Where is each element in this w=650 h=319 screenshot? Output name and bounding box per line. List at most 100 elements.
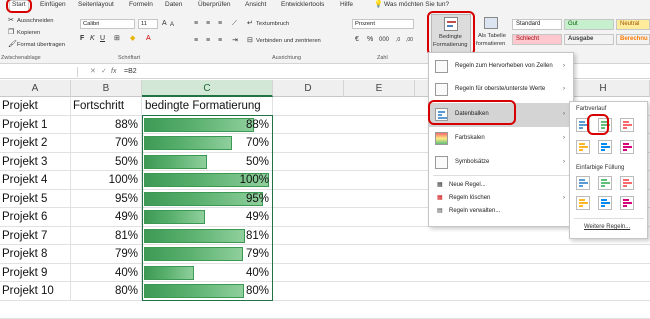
increase-decimal-icon[interactable]: ,0 <box>396 36 400 44</box>
data-bar-cell[interactable]: 49% <box>142 208 273 227</box>
align-bottom-icon[interactable]: ≡ <box>218 20 222 28</box>
orientation-icon[interactable]: ⟋ <box>232 20 237 28</box>
currency-icon[interactable]: € <box>355 36 359 44</box>
col-header-c[interactable]: C <box>142 80 273 97</box>
gradient-data-bar-option[interactable] <box>620 140 634 154</box>
bold-icon[interactable]: F <box>80 35 84 43</box>
data-bar-cell[interactable]: 70% <box>142 134 273 153</box>
cancel-icon[interactable]: ✕ <box>90 68 96 76</box>
progress-cell[interactable]: 100% <box>71 171 142 190</box>
underline-icon[interactable]: U <box>100 35 105 43</box>
gradient-data-bar-option[interactable] <box>620 118 634 132</box>
thousands-icon[interactable]: 000 <box>379 36 389 44</box>
data-bar-cell[interactable]: 79% <box>142 245 273 264</box>
name-box[interactable] <box>0 67 78 77</box>
wrap-text-button[interactable]: Textumbruch <box>256 21 289 27</box>
format-as-table-label-1[interactable]: Als Tabelle <box>478 33 506 39</box>
insert-function-icon[interactable]: fx <box>111 68 116 76</box>
project-name-cell[interactable]: Projekt 4 <box>0 171 71 190</box>
number-format-select[interactable]: Prozent <box>352 19 414 29</box>
progress-cell[interactable]: 40% <box>71 264 142 283</box>
cut-button[interactable]: Ausschneiden <box>17 18 53 24</box>
font-size-select[interactable]: 11 <box>138 19 158 29</box>
progress-cell[interactable]: 81% <box>71 227 142 246</box>
tab-daten[interactable]: Daten <box>165 1 182 8</box>
project-name-cell[interactable]: Projekt 6 <box>0 208 71 227</box>
font-name-select[interactable]: Calibri <box>80 19 135 29</box>
progress-cell[interactable]: 95% <box>71 190 142 209</box>
progress-cell[interactable]: 70% <box>71 134 142 153</box>
project-name-cell[interactable]: Projekt 7 <box>0 227 71 246</box>
style-schlecht[interactable]: Schlecht <box>512 34 562 45</box>
menu-item-top-bottom-rules[interactable]: Regeln für oberste/unterste Werte › <box>429 79 573 101</box>
font-color-icon[interactable]: A <box>146 35 151 43</box>
tab-formeln[interactable]: Formeln <box>129 1 153 8</box>
tab-hilfe[interactable]: Hilfe <box>340 1 353 8</box>
style-standard[interactable]: Standard <box>512 19 562 30</box>
project-name-cell[interactable]: Projekt 5 <box>0 190 71 209</box>
project-name-cell[interactable]: Projekt 9 <box>0 264 71 283</box>
align-middle-icon[interactable]: ≡ <box>206 20 210 28</box>
solid-data-bar-option[interactable] <box>598 196 612 210</box>
percent-icon[interactable]: % <box>367 36 373 44</box>
solid-data-bar-option[interactable] <box>576 176 590 190</box>
project-name-cell[interactable]: Projekt 1 <box>0 116 71 135</box>
align-top-icon[interactable]: ≡ <box>194 20 198 28</box>
cell-c1[interactable]: bedingte Formatierung <box>142 97 273 116</box>
format-as-table-label-2[interactable]: formatieren <box>476 41 505 47</box>
data-bar-cell[interactable]: 100% <box>142 171 273 190</box>
project-name-cell[interactable]: Projekt 10 <box>0 282 71 301</box>
tab-einfuegen[interactable]: Einfügen <box>40 1 66 8</box>
solid-data-bar-option[interactable] <box>576 196 590 210</box>
border-icon[interactable]: ⊞ <box>114 35 120 43</box>
decrease-decimal-icon[interactable]: ,00 <box>406 36 413 44</box>
progress-cell[interactable]: 50% <box>71 153 142 172</box>
menu-item-manage-rules[interactable]: ▤ Regeln verwalten... <box>429 205 573 218</box>
solid-data-bar-option[interactable] <box>620 196 634 210</box>
enter-icon[interactable]: ✓ <box>101 68 107 76</box>
tab-ansicht[interactable]: Ansicht <box>245 1 266 8</box>
fill-color-icon[interactable]: ◆ <box>130 35 135 43</box>
project-name-cell[interactable]: Projekt 2 <box>0 134 71 153</box>
style-ausgabe[interactable]: Ausgabe <box>564 34 614 45</box>
align-center-icon[interactable]: ≡ <box>206 37 210 45</box>
align-left-icon[interactable]: ≡ <box>194 37 198 45</box>
menu-item-highlight-rules[interactable]: Regeln zum Hervorheben von Zellen › <box>429 56 573 78</box>
shrink-font-icon[interactable]: A <box>170 21 174 29</box>
progress-cell[interactable]: 79% <box>71 245 142 264</box>
progress-cell[interactable]: 88% <box>71 116 142 135</box>
project-name-cell[interactable]: Projekt 8 <box>0 245 71 264</box>
data-bar-cell[interactable]: 50% <box>142 153 273 172</box>
cell-a1[interactable]: Projekt <box>0 97 71 116</box>
style-neutral[interactable]: Neutral <box>616 19 650 30</box>
solid-data-bar-option[interactable] <box>598 176 612 190</box>
more-rules-link[interactable]: Weitere Regeln... <box>584 224 630 230</box>
progress-cell[interactable]: 49% <box>71 208 142 227</box>
tell-me-box[interactable]: Was möchten Sie tun? <box>384 1 449 8</box>
tab-ueberpruefen[interactable]: Überprüfen <box>198 1 231 8</box>
tab-entwicklertools[interactable]: Entwicklertools <box>281 1 324 8</box>
gradient-data-bar-option[interactable] <box>576 140 590 154</box>
col-header-e[interactable]: E <box>344 80 415 97</box>
grow-font-icon[interactable]: A <box>162 20 167 28</box>
menu-item-icon-sets[interactable]: Symbolsätze › <box>429 152 573 174</box>
col-header-a[interactable]: A <box>0 80 71 97</box>
style-berechnung[interactable]: Berechnu <box>616 34 650 45</box>
menu-item-color-scales[interactable]: Farbskalen › <box>429 128 573 150</box>
copy-button[interactable]: Kopieren <box>17 30 40 36</box>
progress-cell[interactable]: 80% <box>71 282 142 301</box>
tab-seitenlayout[interactable]: Seitenlayout <box>78 1 114 8</box>
format-painter-button[interactable]: Format übertragen <box>17 42 65 48</box>
data-bar-cell[interactable]: 95% <box>142 190 273 209</box>
gradient-data-bar-option[interactable] <box>598 140 612 154</box>
menu-item-new-rule[interactable]: ▦ Neue Regel... <box>429 179 573 192</box>
solid-data-bar-option[interactable] <box>620 176 634 190</box>
cell-b1[interactable]: Fortschritt <box>71 97 142 116</box>
data-bar-cell[interactable]: 40% <box>142 264 273 283</box>
indent-icon[interactable]: ⇥ <box>232 37 238 45</box>
data-bar-cell[interactable]: 81% <box>142 227 273 246</box>
data-bar-cell[interactable]: 88% <box>142 116 273 135</box>
style-gut[interactable]: Gut <box>564 19 614 30</box>
project-name-cell[interactable]: Projekt 3 <box>0 153 71 172</box>
menu-item-clear-rules[interactable]: ▦ Regeln löschen › <box>429 192 573 205</box>
